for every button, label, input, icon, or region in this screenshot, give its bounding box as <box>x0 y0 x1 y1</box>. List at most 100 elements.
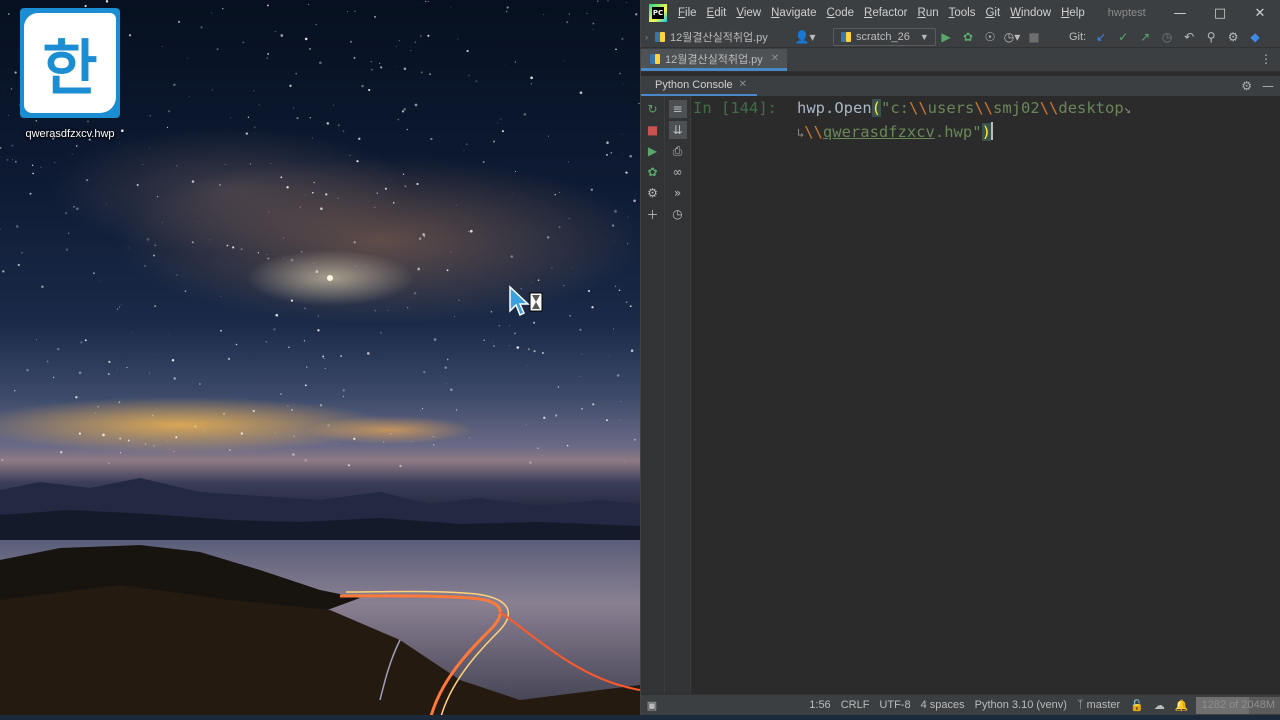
menu-item-code[interactable]: Code <box>822 7 860 19</box>
menu-item-window[interactable]: Window <box>1005 7 1056 19</box>
plugin-icon[interactable]: ◆ <box>1244 28 1266 46</box>
tab-python-console[interactable]: Python Console ✕ <box>641 75 758 97</box>
pycharm-window: PC File Edit View Navigate Code Refactor Run To… <box>640 0 1280 715</box>
console-input-line-2[interactable]: ↳\\qwerasdfzxcv.hwp") <box>797 120 993 145</box>
run-config-select[interactable]: scratch_26 ▼ <box>833 28 936 46</box>
editor-tab-label: 12월결산실적취업.py <box>665 53 763 66</box>
pycharm-logo-icon[interactable]: PC <box>649 4 667 22</box>
more-tabs-icon[interactable]: ⋮ <box>1260 52 1272 66</box>
debug-icon[interactable]: ✿ <box>957 28 979 46</box>
soft-wrap-end-icon: ↘ <box>1123 102 1131 116</box>
history-icon[interactable]: ◷ <box>1156 28 1178 46</box>
indent-setting[interactable]: 4 spaces <box>916 699 970 711</box>
profile-icon[interactable]: ◷▾ <box>1001 28 1023 46</box>
text-caret <box>990 122 993 140</box>
taskbar-edge <box>0 715 1280 720</box>
code-string-link[interactable]: qwerasdfzxcv <box>823 123 935 141</box>
console-actions-right: ≡ ⇊ ⎙ ∞ » ◷ <box>665 96 691 694</box>
code-string: users <box>927 99 975 117</box>
minimize-button[interactable]: — <box>1160 0 1200 26</box>
scroll-to-end-icon[interactable]: ⇊ <box>668 121 687 139</box>
menu-item-run[interactable]: Run <box>913 7 944 19</box>
code-open-paren: ( <box>871 99 881 117</box>
menu-item-file[interactable]: File <box>673 7 702 19</box>
gear-icon[interactable]: ⚙ <box>1222 28 1244 46</box>
notifications-icon[interactable]: 🔔 <box>1170 699 1194 712</box>
run-icon[interactable]: ▶ <box>935 28 957 46</box>
code-escape: \\ <box>804 123 823 141</box>
main-toolbar: › 12월결산실적취업.py 👤▾ scratch_26 ▼ ▶ ✿ ☉ ◷▾ … <box>641 26 1280 48</box>
close-tab-icon[interactable]: ✕ <box>739 79 747 90</box>
memory-indicator[interactable]: 1282 of 2048M <box>1195 696 1280 714</box>
debug-icon[interactable]: ✿ <box>644 163 662 181</box>
code-close-paren: ) <box>981 123 991 141</box>
stop-icon[interactable]: ■ <box>1023 28 1045 46</box>
desktop-file-icon[interactable]: 한 qwerasdfzxcv.hwp <box>8 8 132 140</box>
git-label: Git: <box>1069 31 1087 43</box>
cloud-sync-icon[interactable]: ☁ <box>1149 699 1170 712</box>
menu-item-refactor[interactable]: Refactor <box>859 7 912 19</box>
git-branch[interactable]: ᛉ master <box>1072 699 1125 711</box>
desktop-file-label: qwerasdfzxcv.hwp <box>25 128 115 140</box>
python-console: ↻ ■ ▶ ✿ ⚙ ＋ ≡ ⇊ ⎙ ∞ » ◷ In [144]: hwp.Op… <box>641 96 1280 694</box>
git-branch-label: master <box>1086 699 1121 711</box>
caret-position[interactable]: 1:56 <box>804 699 835 711</box>
run-config-label: scratch_26 <box>856 31 910 43</box>
git-commit-icon[interactable]: ✓ <box>1112 28 1134 46</box>
console-input-line-1[interactable]: hwp.Open("c:\\users\\smj02\\desktop↘ <box>797 96 1131 121</box>
git-push-icon[interactable]: ↗ <box>1134 28 1156 46</box>
toggle-tool-windows-icon[interactable]: ▣ <box>647 699 657 712</box>
console-output[interactable]: In [144]: hwp.Open("c:\\users\\smj02\\de… <box>691 96 1280 694</box>
settings-icon[interactable]: ⚙ <box>644 184 662 202</box>
code-string: smj02 <box>993 99 1040 117</box>
menu-item-tools[interactable]: Tools <box>944 7 981 19</box>
breadcrumb[interactable]: › 12월결산실적취업.py <box>645 29 768 45</box>
maximize-button[interactable]: □ <box>1200 0 1240 26</box>
breadcrumb-file: 12월결산실적취업.py <box>670 31 768 44</box>
python-config-icon <box>841 32 851 42</box>
branch-icon: ᛉ <box>1076 699 1084 711</box>
hide-panel-icon[interactable]: — <box>1262 79 1274 93</box>
menu-item-git[interactable]: Git <box>980 7 1005 19</box>
rollback-icon[interactable]: ↶ <box>1178 28 1200 46</box>
print-icon[interactable]: ⎙ <box>669 142 687 160</box>
console-prompt: In [144]: <box>693 99 777 117</box>
rerun-icon[interactable]: ↻ <box>644 100 662 118</box>
history-icon[interactable]: ◷ <box>669 205 687 223</box>
lock-icon[interactable]: 🔓 <box>1125 699 1149 712</box>
editor-tab-strip: 12월결산실적취업.py ✕ ⋮ <box>641 48 1280 72</box>
editor-tab[interactable]: 12월결산실적취업.py ✕ <box>641 49 788 71</box>
git-update-icon[interactable]: ↙ <box>1090 28 1112 46</box>
busy-cursor-icon <box>509 285 543 317</box>
line-separator[interactable]: CRLF <box>836 699 875 711</box>
python-interpreter[interactable]: Python 3.10 (venv) <box>970 699 1072 711</box>
menu-bar: File Edit View Navigate Code Refactor Run Tools… <box>673 7 1090 19</box>
search-icon[interactable]: ⚲ <box>1200 28 1222 46</box>
user-dropdown-icon[interactable]: 👤▾ <box>791 28 819 46</box>
memory-label: 1282 of 2048M <box>1201 699 1275 711</box>
menu-item-edit[interactable]: Edit <box>702 7 732 19</box>
show-variables-icon[interactable]: ∞ <box>669 163 687 181</box>
menu-item-view[interactable]: View <box>731 7 766 19</box>
menu-item-help[interactable]: Help <box>1056 7 1090 19</box>
add-icon[interactable]: ＋ <box>644 205 662 223</box>
run-icon[interactable]: ▶ <box>644 142 662 160</box>
code-string: "c: <box>881 99 909 117</box>
title-bar: PC File Edit View Navigate Code Refactor Run To… <box>641 0 1280 26</box>
file-encoding[interactable]: UTF-8 <box>874 699 915 711</box>
menu-item-navigate[interactable]: Navigate <box>766 7 821 19</box>
stop-icon[interactable]: ■ <box>644 121 662 139</box>
gear-icon[interactable]: ⚙ <box>1241 79 1252 93</box>
command-queue-icon[interactable]: » <box>669 184 687 202</box>
code-call: hwp.Open <box>797 99 872 117</box>
code-string: .hwp" <box>934 123 982 141</box>
close-tab-icon[interactable]: ✕ <box>771 53 779 64</box>
desktop-wallpaper: 한 qwerasdfzxcv.hwp <box>0 0 640 720</box>
code-escape: \\ <box>1039 99 1059 117</box>
python-file-icon <box>655 31 665 42</box>
close-button[interactable]: ✕ <box>1240 0 1280 26</box>
soft-wrap-icon[interactable]: ≡ <box>668 100 687 118</box>
console-tool-window-header: Python Console ✕ ⚙ — <box>641 76 1280 98</box>
code-escape: \\ <box>909 99 928 117</box>
coverage-icon[interactable]: ☉ <box>979 28 1001 46</box>
